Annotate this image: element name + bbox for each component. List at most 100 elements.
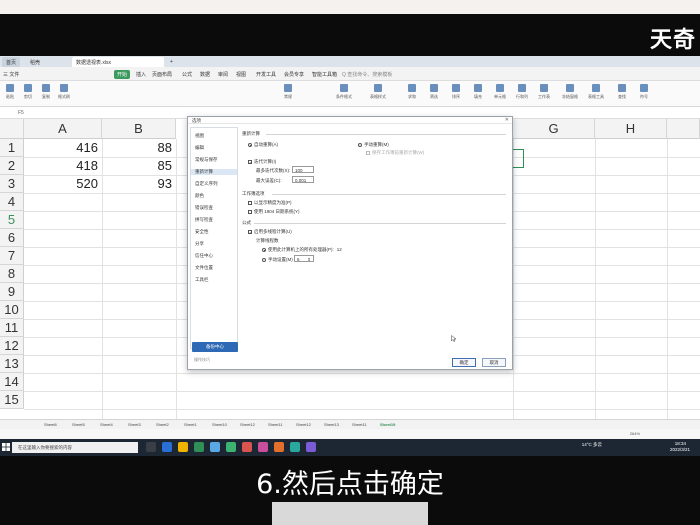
nav-item-custom-list[interactable]: 自定义序列 [195,181,218,187]
spreadsheet-app-icon[interactable] [194,442,204,452]
app-icon[interactable] [274,442,284,452]
menu-developer[interactable]: 开发工具 [256,71,276,78]
zoom-level[interactable]: 264% [630,431,640,436]
max-iterations-input[interactable]: 100 [292,166,314,173]
row-header-13[interactable]: 13 [0,355,24,373]
cell-b2[interactable]: 85 [102,157,176,175]
number-format-button[interactable]: 常规 [280,84,296,100]
tab-docer[interactable]: 稻壳 [26,57,44,67]
clock-time[interactable]: 18:34 [675,441,686,446]
manual-threads-option[interactable]: 手动设置(M) [262,257,293,263]
column-header-a[interactable]: A [24,119,102,139]
cell-a2[interactable]: 418 [24,157,102,175]
row-header-12[interactable]: 12 [0,337,24,355]
menu-review[interactable]: 审阅 [218,71,228,78]
nav-item-color[interactable]: 颜色 [195,193,204,199]
table-style-button[interactable]: 表格样式 [370,84,386,100]
nav-item-security[interactable]: 安全性 [195,229,209,235]
row-header-14[interactable]: 14 [0,373,24,391]
menu-smart-tools[interactable]: 智能工具箱 [312,71,337,78]
wechat-icon[interactable] [226,442,236,452]
row-header-15[interactable]: 15 [0,391,24,409]
cell-b1[interactable]: 88 [102,139,176,157]
nav-item-general-save[interactable]: 常规与保存 [195,157,218,163]
fill-button[interactable]: 填充 [470,84,486,100]
iteration-checkbox[interactable]: ✓ 迭代计算(I) [248,159,276,165]
menu-insert[interactable]: 插入 [136,71,146,78]
cut-button[interactable]: 剪切 [20,84,36,100]
ok-button[interactable]: 确定 [452,358,476,367]
max-change-input[interactable]: 0.001 [292,176,314,183]
sheet-tab[interactable]: Sheet3 [128,422,141,427]
menu-file[interactable]: 三 文件 [3,71,19,78]
column-header-h[interactable]: H [595,119,667,139]
stepper-arrows-icon[interactable]: ⇕ [307,257,311,263]
row-header-3[interactable]: 3 [0,175,24,193]
freeze-panes-button[interactable]: 冻结窗格 [562,84,578,100]
manual-threads-stepper[interactable]: 6 ⇕ [294,255,314,262]
nav-item-edit[interactable]: 编辑 [195,145,204,151]
taskbar-search-box[interactable]: 在这里输入你要搜索的内容 [12,442,138,453]
row-header-10[interactable]: 10 [0,301,24,319]
nav-item-spell-check[interactable]: 拼写检查 [195,217,213,223]
recalc-before-save-checkbox[interactable]: 保存工作簿前重新计算(W) [366,150,424,156]
backup-center-button[interactable]: 备份中心 [192,342,238,352]
nav-item-recalc[interactable]: 重新计算 [191,169,237,175]
column-header-g[interactable]: G [513,119,595,139]
row-header-7[interactable]: 7 [0,247,24,265]
nav-item-share[interactable]: 分享 [195,241,204,247]
date-1904-checkbox[interactable]: 使用 1904 日期系统(Y) [248,209,300,215]
copy-button[interactable]: 复制 [38,84,54,100]
sheet-tab[interactable]: Sheet4 [100,422,113,427]
row-header-8[interactable]: 8 [0,265,24,283]
rows-columns-button[interactable]: 行和列 [514,84,530,100]
nav-item-error-check[interactable]: 错误检查 [195,205,213,211]
cancel-button[interactable]: 取消 [482,358,506,367]
command-search[interactable]: Q 查找命令、搜索模板 [342,71,392,78]
sheet-tab[interactable]: Sheet11 [268,422,283,427]
column-header-next[interactable] [667,119,700,139]
conditional-format-button[interactable]: 条件格式 [336,84,352,100]
cell-a3[interactable]: 520 [24,175,102,193]
format-painter-button[interactable]: 格式刷 [56,84,72,100]
tab-home[interactable]: 首页 [2,57,21,67]
tips-link[interactable]: 操作技巧 [194,357,210,363]
nav-item-trust-center[interactable]: 信任中心 [195,253,213,259]
file-explorer-icon[interactable] [178,442,188,452]
task-view-icon[interactable] [146,442,156,452]
column-header-b[interactable]: B [102,119,176,139]
cell-a1[interactable]: 416 [24,139,102,157]
menu-formulas[interactable]: 公式 [182,71,192,78]
windows-start-icon[interactable] [2,443,10,451]
sheet-tab[interactable]: Sheet2 [156,422,169,427]
symbol-button[interactable]: 符号 [636,84,652,100]
menu-page-layout[interactable]: 页面布局 [152,71,172,78]
menu-data[interactable]: 数据 [200,71,210,78]
sheet-tab[interactable]: Sheet6 [44,422,57,427]
nav-item-toolbar[interactable]: 工具栏 [195,277,209,283]
new-tab-plus-icon[interactable]: + [166,57,177,67]
row-header-5[interactable]: 5 [0,211,24,229]
select-all-corner[interactable] [0,119,24,139]
nav-item-view[interactable]: 视图 [195,133,204,139]
auto-recalc-option[interactable]: 自动重算(A) [248,142,278,148]
row-header-2[interactable]: 2 [0,157,24,175]
close-icon[interactable]: ✕ [505,117,509,123]
sheet-tab[interactable]: Sheet12 [296,422,311,427]
app-icon[interactable] [306,442,316,452]
nav-item-file-location[interactable]: 文件位置 [195,265,213,271]
menu-member[interactable]: 会员专享 [284,71,304,78]
name-box[interactable]: F5 [18,110,24,116]
app-icon[interactable] [258,442,268,452]
row-header-4[interactable]: 4 [0,193,24,211]
manual-recalc-option[interactable]: 手动重算(M) [358,142,389,148]
cell-b3[interactable]: 93 [102,175,176,193]
sum-button[interactable]: 求和 [404,84,420,100]
app-icon[interactable] [210,442,220,452]
filter-button[interactable]: 筛选 [426,84,442,100]
weather-indicator[interactable]: 14°C 多云 [582,442,602,448]
worksheet-button[interactable]: 工作表 [536,84,552,100]
cell-button[interactable]: 单元格 [492,84,508,100]
menu-view[interactable]: 视图 [236,71,246,78]
tab-workbook[interactable]: 数据透视表.xlsx [72,57,164,67]
